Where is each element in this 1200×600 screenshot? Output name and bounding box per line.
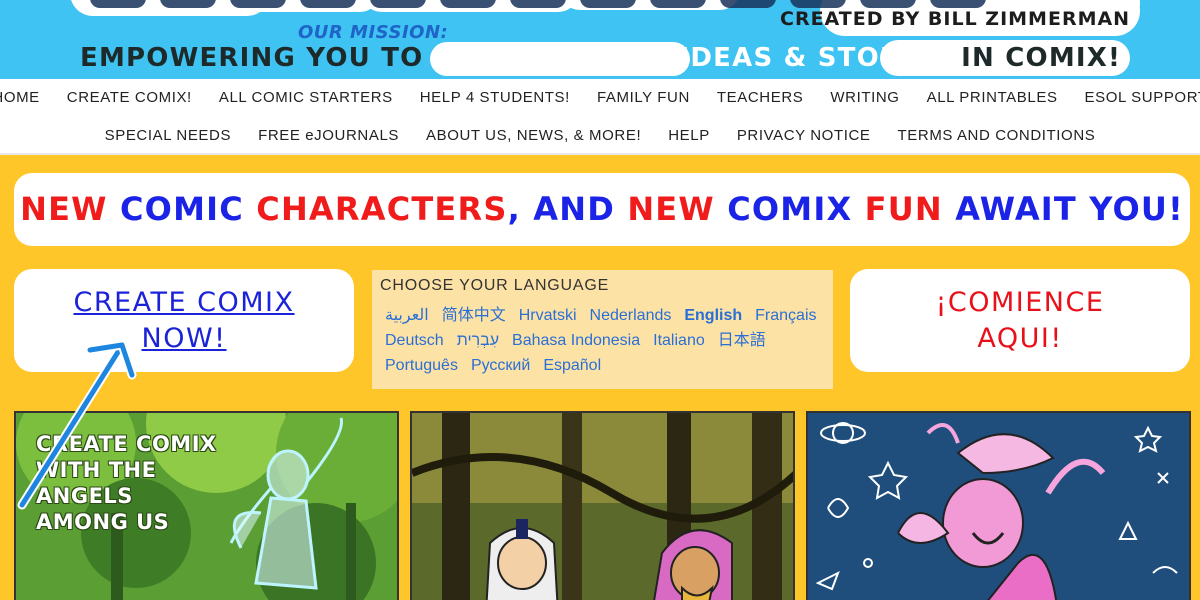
banner-text-part: COMIX	[727, 190, 865, 228]
create-link-line1: CREATE COMIX	[73, 287, 295, 318]
nav-link-writing[interactable]: WRITING	[817, 89, 913, 106]
nav-link-family-fun[interactable]: FAMILY FUN	[583, 89, 703, 106]
banner-text-part: COMIC	[120, 190, 257, 228]
language-option-dutch[interactable]: Nederlands	[590, 306, 672, 325]
nav-link-help[interactable]: HELP	[655, 127, 724, 144]
nav-link-privacy-notice[interactable]: PRIVACY NOTICE	[723, 127, 884, 144]
language-option-japanese[interactable]: 日本語	[718, 331, 766, 350]
nav-link-create-comix[interactable]: CREATE COMIX!	[53, 89, 205, 106]
dark-forest-illustration	[412, 413, 793, 600]
language-option-portuguese[interactable]: Português	[385, 356, 458, 375]
language-list: العربية 简体中文 Hrvatski Nederlands English…	[380, 306, 825, 375]
language-option-english[interactable]: English	[684, 306, 742, 325]
pointer-arrow-decoration	[17, 340, 137, 510]
site-logo-cropped[interactable]	[90, 0, 1090, 8]
language-option-hebrew[interactable]: עִבְרִית	[457, 331, 499, 350]
mission-text-highlight: EXPRESS YOUR IDEAS & STORIES	[433, 43, 951, 73]
mission-statement: EMPOWERING YOU TO EXPRESS YOUR IDEAS & S…	[80, 43, 1121, 73]
nav-link-special-needs[interactable]: SPECIAL NEEDS	[91, 127, 244, 144]
space-fairy-comic-panel[interactable]	[806, 411, 1191, 600]
comience-line2: AQUI!	[977, 323, 1063, 354]
nav-link-all-comic-starters[interactable]: ALL COMIC STARTERS	[205, 89, 406, 106]
banner-text-part: , AND	[507, 190, 628, 228]
comience-aqui-link[interactable]: ¡COMIENCE AQUI!	[850, 269, 1190, 357]
nav-link-terms-and-conditions[interactable]: TERMS AND CONDITIONS	[884, 127, 1109, 144]
language-option-italian[interactable]: Italiano	[653, 331, 705, 350]
site-header: CREATED BY BILL ZIMMERMAN OUR MISSION: E…	[0, 0, 1200, 79]
mission-label: OUR MISSION:	[298, 22, 449, 43]
comience-aqui-card: ¡COMIENCE AQUI!	[850, 269, 1190, 372]
language-option-russian[interactable]: Русский	[471, 356, 530, 375]
nav-link-help-4-students[interactable]: HELP 4 STUDENTS!	[406, 89, 583, 106]
main-navigation: HOME CREATE COMIX! ALL COMIC STARTERS HE…	[0, 79, 1200, 155]
characters-comic-panel[interactable]	[410, 411, 795, 600]
nav-row-secondary: SPECIAL NEEDS FREE eJOURNALS ABOUT US, N…	[0, 127, 1200, 144]
create-link-line2: NOW!	[141, 323, 227, 354]
space-illustration	[808, 413, 1189, 600]
nav-link-all-printables[interactable]: ALL PRINTABLES	[913, 89, 1071, 106]
nav-link-about-us[interactable]: ABOUT US, NEWS, & MORE!	[413, 127, 655, 144]
mission-text-part: EMPOWERING YOU TO	[80, 43, 424, 73]
nav-link-esol-support[interactable]: ESOL SUPPORT	[1071, 89, 1200, 106]
language-heading: CHOOSE YOUR LANGUAGE	[380, 277, 610, 294]
banner-text-part: AWAIT YOU!	[955, 190, 1184, 228]
language-option-chinese[interactable]: 简体中文	[442, 306, 506, 325]
banner-text-part: NEW	[627, 190, 728, 228]
language-option-indonesian[interactable]: Bahasa Indonesia	[512, 331, 640, 350]
nav-link-free-ejournals[interactable]: FREE eJOURNALS	[245, 127, 413, 144]
language-option-spanish[interactable]: Español	[543, 356, 601, 375]
language-option-croatian[interactable]: Hrvatski	[519, 306, 577, 325]
nav-row-primary: HOME CREATE COMIX! ALL COMIC STARTERS HE…	[0, 89, 1200, 106]
comience-line1: ¡COMIENCE	[935, 287, 1105, 318]
created-by-credit: CREATED BY BILL ZIMMERMAN	[780, 8, 1131, 30]
language-option-arabic[interactable]: العربية	[385, 306, 429, 325]
language-option-french[interactable]: Français	[755, 306, 816, 325]
language-chooser: CHOOSE YOUR LANGUAGE العربية 简体中文 Hrvats…	[372, 270, 833, 389]
nav-link-teachers[interactable]: TEACHERS	[703, 89, 816, 106]
mission-text-part: IN COMIX!	[961, 43, 1122, 73]
banner-text-part: CHARACTERS	[256, 190, 508, 228]
nav-link-home[interactable]: HOME	[0, 89, 53, 106]
banner-text-part: NEW	[20, 190, 120, 228]
banner-text-part: FUN	[864, 190, 956, 228]
language-option-german[interactable]: Deutsch	[385, 331, 444, 350]
announcement-banner: NEW COMIC CHARACTERS, AND NEW COMIX FUN …	[14, 173, 1190, 246]
